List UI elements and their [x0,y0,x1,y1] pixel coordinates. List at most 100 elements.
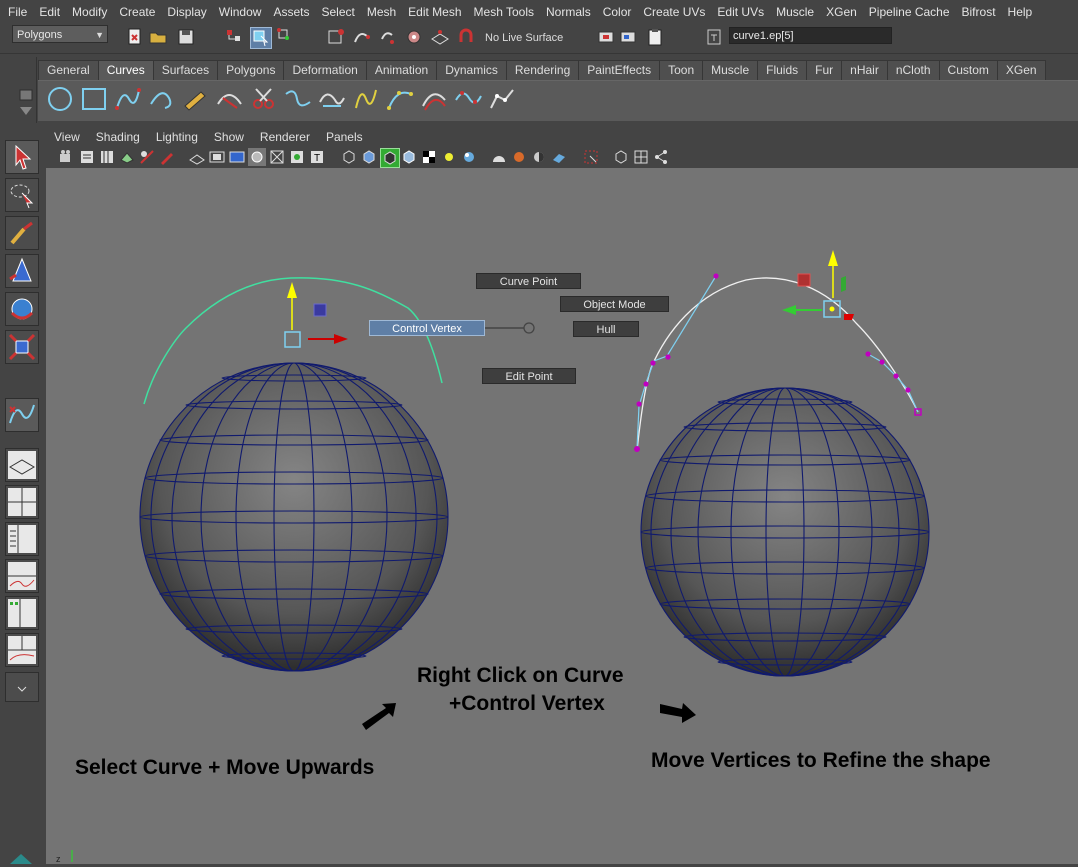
offset-curve-icon[interactable] [419,84,449,114]
motion-blur-icon[interactable] [530,148,548,166]
menu-assets[interactable]: Assets [267,5,315,19]
wireframe-icon[interactable] [340,148,358,166]
shelf-tab-rendering[interactable]: Rendering [505,60,580,80]
shelf-tab-animation[interactable]: Animation [365,60,438,80]
panel-menu-panels[interactable]: Panels [318,130,371,144]
safe-action-icon[interactable] [288,148,306,166]
menu-create-uvs[interactable]: Create UVs [637,5,711,19]
shelf-tab-fluids[interactable]: Fluids [757,60,808,80]
input-output-icon[interactable] [596,27,616,47]
nurbs-circle-icon[interactable] [45,84,75,114]
menu-muscle[interactable]: Muscle [770,5,820,19]
image-plane-icon[interactable] [118,148,136,166]
shelf-tab-deformation[interactable]: Deformation [283,60,367,80]
menu-help[interactable]: Help [1002,5,1039,19]
selection-field[interactable]: curve1.ep[5] [729,27,892,44]
persp-outliner-icon[interactable] [5,522,39,556]
menu-edit[interactable]: Edit [33,5,66,19]
snap-view-icon[interactable] [404,27,424,47]
wireframe-on-shaded-icon[interactable] [380,148,400,168]
menu-window[interactable]: Window [213,5,268,19]
default-lighting-icon[interactable] [440,148,458,166]
lasso-tool-icon[interactable] [5,178,39,212]
menu-create[interactable]: Create [113,5,161,19]
rotate-tool-icon[interactable] [5,292,39,326]
select-object-icon[interactable] [250,27,272,49]
menu-xgen[interactable]: XGen [820,5,863,19]
single-perspective-icon[interactable] [5,448,39,482]
shelf-tab-ncloth[interactable]: nCloth [886,60,940,80]
reverse-curve-icon[interactable] [487,84,517,114]
cut-curve-icon[interactable] [249,84,279,114]
menu-file[interactable]: File [0,5,33,19]
ep-curve-icon[interactable] [147,84,177,114]
magnet-icon[interactable] [456,27,476,47]
detach-curve-icon[interactable] [317,84,347,114]
menu-mesh[interactable]: Mesh [361,5,402,19]
menu-select[interactable]: Select [315,5,360,19]
nurbs-square-icon[interactable] [79,84,109,114]
home-icon[interactable] [6,852,36,864]
more-layouts-icon[interactable] [5,672,39,702]
panel-menu-lighting[interactable]: Lighting [148,130,206,144]
sphere-left[interactable] [139,362,449,672]
insert-knot-icon[interactable] [385,84,415,114]
extend-curve-icon[interactable] [351,84,381,114]
select-hierarchy-icon[interactable] [224,27,244,47]
last-tool-icon[interactable] [5,398,39,432]
menu-bifrost[interactable]: Bifrost [956,5,1002,19]
grid-icon[interactable] [188,148,206,166]
attach-curve-icon[interactable] [283,84,313,114]
move-manipulator-left[interactable] [284,282,348,348]
marking-menu-object-mode[interactable]: Object Mode [560,296,669,312]
outliner-graph-icon[interactable] [5,633,39,667]
menu-set-selector[interactable]: Polygons ▼ [12,25,108,43]
grease-pencil-icon[interactable] [158,148,176,166]
select-tool-icon[interactable] [5,140,39,174]
persp-graph-icon[interactable] [5,559,39,593]
smooth-shade-icon[interactable] [360,148,378,166]
camera-select-icon[interactable] [58,148,76,166]
panel-menu-view[interactable]: View [46,130,88,144]
save-scene-icon[interactable] [176,27,196,47]
move-tool-icon[interactable] [5,254,39,288]
quad-view-icon[interactable] [632,148,650,166]
resolution-gate-icon[interactable] [228,148,246,166]
anti-aliasing-icon[interactable] [550,148,568,166]
marking-menu-hull[interactable]: Hull [573,321,639,337]
shelf-tab-fur[interactable]: Fur [806,60,843,80]
menu-display[interactable]: Display [161,5,212,19]
clipboard-icon[interactable] [645,27,665,47]
menu-modify[interactable]: Modify [66,5,113,19]
shelf-tab-curves[interactable]: Curves [97,60,154,80]
xray-icon[interactable] [400,148,418,166]
selection-field-icon[interactable] [704,27,724,47]
shelf-tab-polygons[interactable]: Polygons [217,60,285,80]
panel-menu-show[interactable]: Show [206,130,252,144]
menu-mesh-tools[interactable]: Mesh Tools [468,5,540,19]
menu-edit-uvs[interactable]: Edit UVs [711,5,770,19]
shelf-tab-surfaces[interactable]: Surfaces [152,60,219,80]
marking-menu-curve-point[interactable]: Curve Point [476,273,581,289]
menu-color[interactable]: Color [597,5,638,19]
shelf-tab-toon[interactable]: Toon [659,60,704,80]
shelf-tab-muscle[interactable]: Muscle [702,60,759,80]
four-view-icon[interactable] [5,485,39,519]
snap-point-icon[interactable] [378,27,398,47]
panel-menu-renderer[interactable]: Renderer [252,130,318,144]
shadows-icon[interactable] [490,148,508,166]
new-scene-icon[interactable] [125,27,145,47]
gate-mask-icon[interactable] [248,148,266,166]
shelf-tab-general[interactable]: General [38,60,99,80]
mask-icon[interactable] [326,27,346,47]
textured-icon[interactable] [420,148,438,166]
shelf-tab-xgen[interactable]: XGen [996,60,1046,80]
camera-attributes-icon[interactable] [78,148,96,166]
cube-view-icon[interactable] [612,148,630,166]
snap-plane-icon[interactable] [430,27,450,47]
select-component-icon[interactable] [276,27,296,47]
hypershade-layout-icon[interactable] [5,596,39,630]
sphere-right[interactable] [640,387,930,677]
history-icon[interactable] [618,27,638,47]
cv-curve-icon[interactable] [113,84,143,114]
